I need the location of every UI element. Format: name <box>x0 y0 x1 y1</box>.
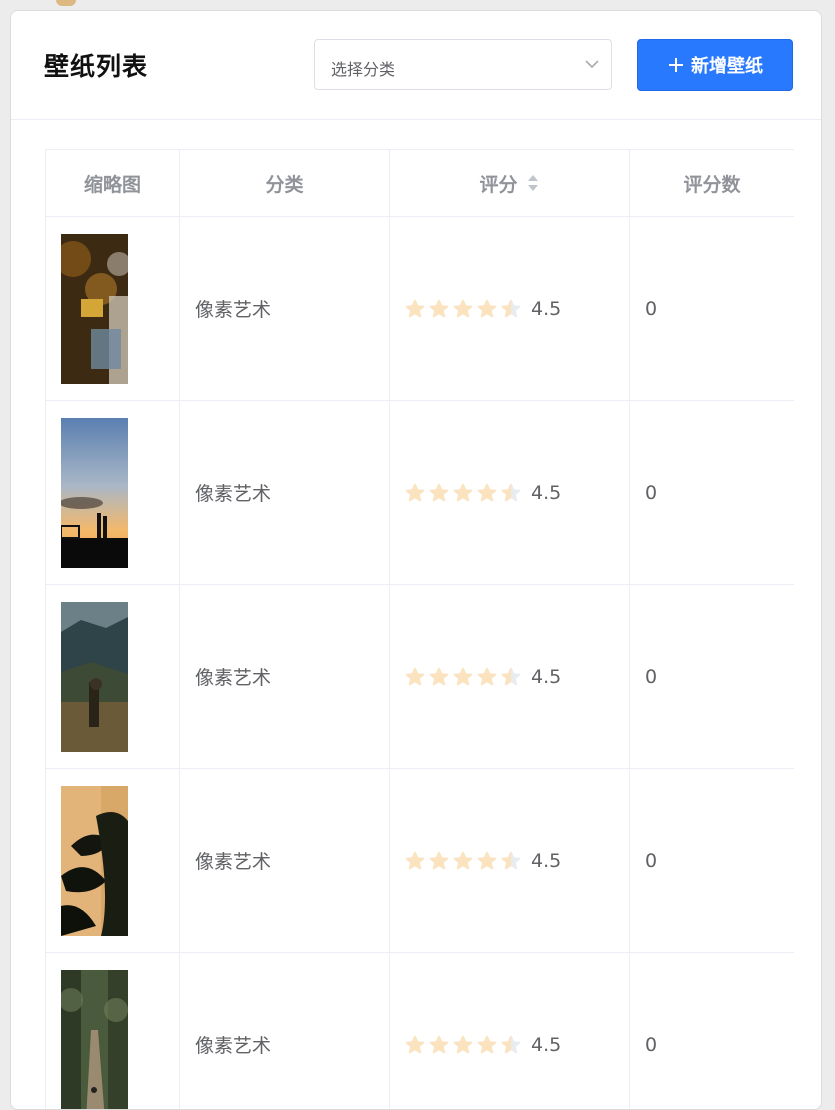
star-rating <box>405 483 521 503</box>
top-decoration <box>56 0 76 6</box>
star-icon[interactable] <box>429 667 449 687</box>
category-select-placeholder: 选择分类 <box>331 56 395 80</box>
thumbnail-cell <box>46 585 180 768</box>
star-icon[interactable] <box>405 851 425 871</box>
star-icon[interactable] <box>453 1035 473 1055</box>
rating-value: 4.5 <box>531 1034 561 1056</box>
rating-count-cell: 0 <box>630 217 794 400</box>
star-icon[interactable] <box>453 851 473 871</box>
sort-icon[interactable] <box>526 173 540 193</box>
star-icon[interactable] <box>405 483 425 503</box>
wallpaper-thumbnail[interactable] <box>61 970 128 1110</box>
star-icon[interactable] <box>477 851 497 871</box>
add-wallpaper-label: 新增壁纸 <box>691 52 763 78</box>
plus-icon <box>667 56 685 74</box>
rating-count-cell: 0 <box>630 769 794 952</box>
rating: 4.5 <box>405 298 561 320</box>
table-row: 像素艺术 4.5 0 <box>46 585 794 769</box>
star-icon[interactable] <box>501 299 521 319</box>
category-cell: 像素艺术 <box>180 217 390 400</box>
star-icon[interactable] <box>453 483 473 503</box>
rating-value: 4.5 <box>531 482 561 504</box>
star-icon[interactable] <box>429 483 449 503</box>
star-rating <box>405 851 521 871</box>
star-icon[interactable] <box>453 299 473 319</box>
column-header-rating-count: 评分数 <box>630 150 794 216</box>
star-icon[interactable] <box>429 1035 449 1055</box>
category-cell: 像素艺术 <box>180 953 390 1110</box>
category-cell: 像素艺术 <box>180 769 390 952</box>
page-title: 壁纸列表 <box>44 47 148 83</box>
thumbnail-cell <box>46 217 180 400</box>
column-header-thumbnail: 缩略图 <box>46 150 180 216</box>
star-icon[interactable] <box>405 299 425 319</box>
column-header-rating[interactable]: 评分 <box>390 150 630 216</box>
rating: 4.5 <box>405 850 561 872</box>
category-cell: 像素艺术 <box>180 585 390 768</box>
star-icon[interactable] <box>429 851 449 871</box>
column-header-category: 分类 <box>180 150 390 216</box>
rating: 4.5 <box>405 1034 561 1056</box>
wallpaper-thumbnail[interactable] <box>61 602 128 752</box>
card-header: 壁纸列表 选择分类 新增壁纸 <box>11 11 821 120</box>
table-row: 像素艺术 4.5 0 <box>46 953 794 1110</box>
star-icon[interactable] <box>453 667 473 687</box>
rating-value: 4.5 <box>531 298 561 320</box>
star-icon[interactable] <box>477 299 497 319</box>
rating-count-cell: 0 <box>630 585 794 768</box>
star-rating <box>405 299 521 319</box>
rating-cell: 4.5 <box>390 953 630 1110</box>
wallpaper-table: 缩略图 分类 评分 评分数 <box>45 149 794 1110</box>
wallpaper-thumbnail[interactable] <box>61 418 128 568</box>
rating-cell: 4.5 <box>390 769 630 952</box>
rating-cell: 4.5 <box>390 401 630 584</box>
table-row: 像素艺术 4.5 0 <box>46 217 794 401</box>
wallpaper-list-card: 壁纸列表 选择分类 新增壁纸 缩略图 分类 评分 评分数 <box>10 10 822 1110</box>
star-rating <box>405 667 521 687</box>
rating-value: 4.5 <box>531 666 561 688</box>
star-icon[interactable] <box>405 1035 425 1055</box>
star-icon[interactable] <box>429 299 449 319</box>
wallpaper-thumbnail[interactable] <box>61 786 128 936</box>
category-cell: 像素艺术 <box>180 401 390 584</box>
thumbnail-cell <box>46 401 180 584</box>
rating-count-cell: 0 <box>630 953 794 1110</box>
star-icon[interactable] <box>501 851 521 871</box>
rating: 4.5 <box>405 482 561 504</box>
star-icon[interactable] <box>477 667 497 687</box>
thumbnail-cell <box>46 769 180 952</box>
rating-value: 4.5 <box>531 850 561 872</box>
rating-count-cell: 0 <box>630 401 794 584</box>
table-row: 像素艺术 4.5 0 <box>46 401 794 585</box>
rating: 4.5 <box>405 666 561 688</box>
rating-cell: 4.5 <box>390 585 630 768</box>
rating-cell: 4.5 <box>390 217 630 400</box>
star-icon[interactable] <box>405 667 425 687</box>
table-row: 像素艺术 4.5 0 <box>46 769 794 953</box>
add-wallpaper-button[interactable]: 新增壁纸 <box>637 39 793 91</box>
star-icon[interactable] <box>477 483 497 503</box>
star-icon[interactable] <box>477 1035 497 1055</box>
wallpaper-thumbnail[interactable] <box>61 234 128 384</box>
star-rating <box>405 1035 521 1055</box>
chevron-down-icon <box>583 55 601 73</box>
star-icon[interactable] <box>501 667 521 687</box>
star-icon[interactable] <box>501 1035 521 1055</box>
thumbnail-cell <box>46 953 180 1110</box>
table-header: 缩略图 分类 评分 评分数 <box>46 150 794 217</box>
star-icon[interactable] <box>501 483 521 503</box>
category-select[interactable]: 选择分类 <box>314 39 612 90</box>
